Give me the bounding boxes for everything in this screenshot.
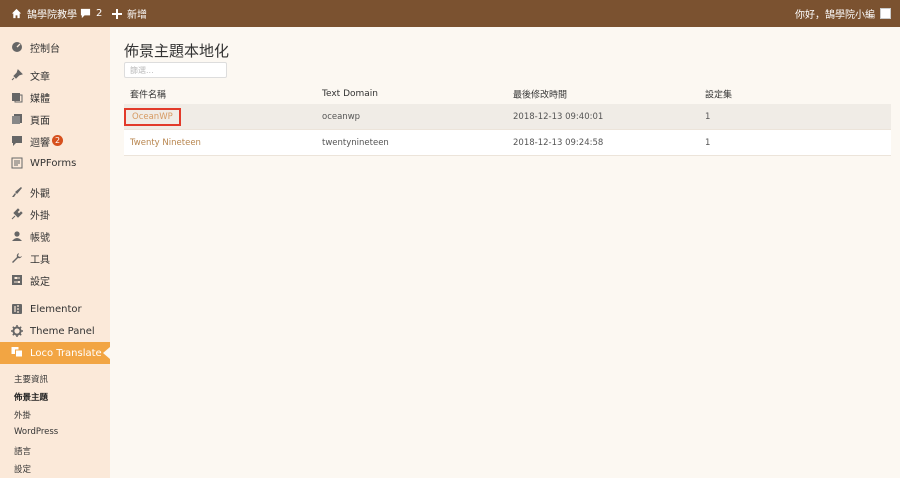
settings-icon <box>11 274 23 286</box>
bundle-link-oceanwp[interactable]: OceanWP <box>124 107 181 126</box>
menu-label: 媒體 <box>30 93 50 105</box>
greeting: 你好，鵠學院小編 <box>795 10 875 21</box>
submenu-plugins[interactable]: 外掛 <box>14 409 31 421</box>
menu-label: 帳號 <box>30 232 50 244</box>
table-row: OceanWP oceanwp 2018-12-13 09:40:01 1 <box>124 104 891 130</box>
menu-label: 迴響 <box>30 137 50 149</box>
site-name: 鵠學院教學 <box>27 10 77 21</box>
page-title: 佈景主題本地化 <box>124 42 230 60</box>
table-row: Twenty Nineteen twentynineteen 2018-12-1… <box>124 130 891 156</box>
wrench-icon <box>11 252 23 264</box>
translate-icon <box>11 346 23 358</box>
pages-icon <box>11 113 23 125</box>
menu-label: 外觀 <box>30 188 50 200</box>
plugin-icon <box>11 208 23 220</box>
menu-label: Theme Panel <box>30 325 95 337</box>
user-icon <box>11 230 23 242</box>
site-name-link[interactable]: 鵠學院教學 <box>11 0 77 27</box>
new-label: 新增 <box>127 10 147 21</box>
comments-badge: 2 <box>52 135 63 146</box>
home-icon <box>11 8 22 19</box>
text-domain-cell: twentynineteen <box>322 137 389 148</box>
menu-wpforms[interactable]: WPForms <box>0 153 110 173</box>
menu-label: 設定 <box>30 276 50 288</box>
pin-icon <box>11 69 23 81</box>
comment-icon <box>80 8 91 19</box>
menu-label: 控制台 <box>30 43 60 55</box>
table-header: 套件名稱 Text Domain 最後修改時間 設定集 <box>124 84 891 104</box>
filter-input[interactable] <box>124 62 227 78</box>
menu-media[interactable]: 媒體 <box>0 87 110 107</box>
menu-loco-translate[interactable]: Loco Translate <box>0 342 110 364</box>
comments-link[interactable]: 2 <box>80 0 102 27</box>
menu-label: WPForms <box>30 157 77 169</box>
bundles-table: 套件名稱 Text Domain 最後修改時間 設定集 OceanWP ocea… <box>124 84 891 156</box>
new-content-link[interactable]: 新增 <box>112 0 147 27</box>
menu-label: Loco Translate <box>30 347 102 359</box>
menu-elementor[interactable]: Elementor <box>0 299 110 319</box>
menu-dashboard[interactable]: 控制台 <box>0 37 110 57</box>
bundle-name-cell: OceanWP <box>124 107 181 126</box>
admin-sidebar: 控制台 文章 媒體 頁面 迴響 2 WPForms 外觀 外掛 帳號 工具 設定 <box>0 27 110 478</box>
avatar <box>880 8 891 19</box>
menu-comments[interactable]: 迴響 2 <box>0 131 110 151</box>
sets-cell: 1 <box>705 111 711 122</box>
modified-cell: 2018-12-13 09:24:58 <box>513 137 604 148</box>
column-header-modified[interactable]: 最後修改時間 <box>513 88 567 101</box>
submenu-themes[interactable]: 佈景主題 <box>14 391 48 403</box>
menu-settings[interactable]: 設定 <box>0 270 110 290</box>
admin-bar: 鵠學院教學 2 新增 你好，鵠學院小編 <box>0 0 900 27</box>
menu-label: 外掛 <box>30 210 50 222</box>
brush-icon <box>11 186 23 198</box>
menu-plugins[interactable]: 外掛 <box>0 204 110 224</box>
bundle-name-cell: Twenty Nineteen <box>130 138 201 148</box>
account-menu[interactable]: 你好，鵠學院小編 <box>795 0 891 27</box>
submenu-settings[interactable]: 設定 <box>14 463 31 475</box>
sets-cell: 1 <box>705 137 711 148</box>
menu-theme-panel[interactable]: Theme Panel <box>0 321 110 341</box>
submenu-languages[interactable]: 語言 <box>14 445 31 457</box>
submenu-home[interactable]: 主要資訊 <box>14 373 48 385</box>
dashboard-icon <box>11 41 23 53</box>
menu-label: 頁面 <box>30 115 50 127</box>
submenu-wordpress[interactable]: WordPress <box>14 427 58 437</box>
menu-users[interactable]: 帳號 <box>0 226 110 246</box>
menu-appearance[interactable]: 外觀 <box>0 182 110 202</box>
gear-icon <box>11 325 23 337</box>
comment-icon <box>11 135 23 147</box>
column-header-name[interactable]: 套件名稱 <box>130 88 166 101</box>
forms-icon <box>11 157 23 169</box>
elementor-icon <box>11 303 23 315</box>
comments-count: 2 <box>96 8 103 19</box>
modified-cell: 2018-12-13 09:40:01 <box>513 111 604 122</box>
text-domain-cell: oceanwp <box>322 111 361 122</box>
menu-posts[interactable]: 文章 <box>0 65 110 85</box>
bundle-link-twenty-nineteen[interactable]: Twenty Nineteen <box>130 138 201 148</box>
menu-pages[interactable]: 頁面 <box>0 109 110 129</box>
column-header-domain[interactable]: Text Domain <box>322 89 378 99</box>
media-icon <box>11 91 23 103</box>
plus-icon <box>112 8 122 19</box>
column-header-sets[interactable]: 設定集 <box>705 88 732 101</box>
menu-label: 工具 <box>30 254 50 266</box>
menu-label: 文章 <box>30 71 50 83</box>
menu-tools[interactable]: 工具 <box>0 248 110 268</box>
menu-label: Elementor <box>30 303 82 315</box>
